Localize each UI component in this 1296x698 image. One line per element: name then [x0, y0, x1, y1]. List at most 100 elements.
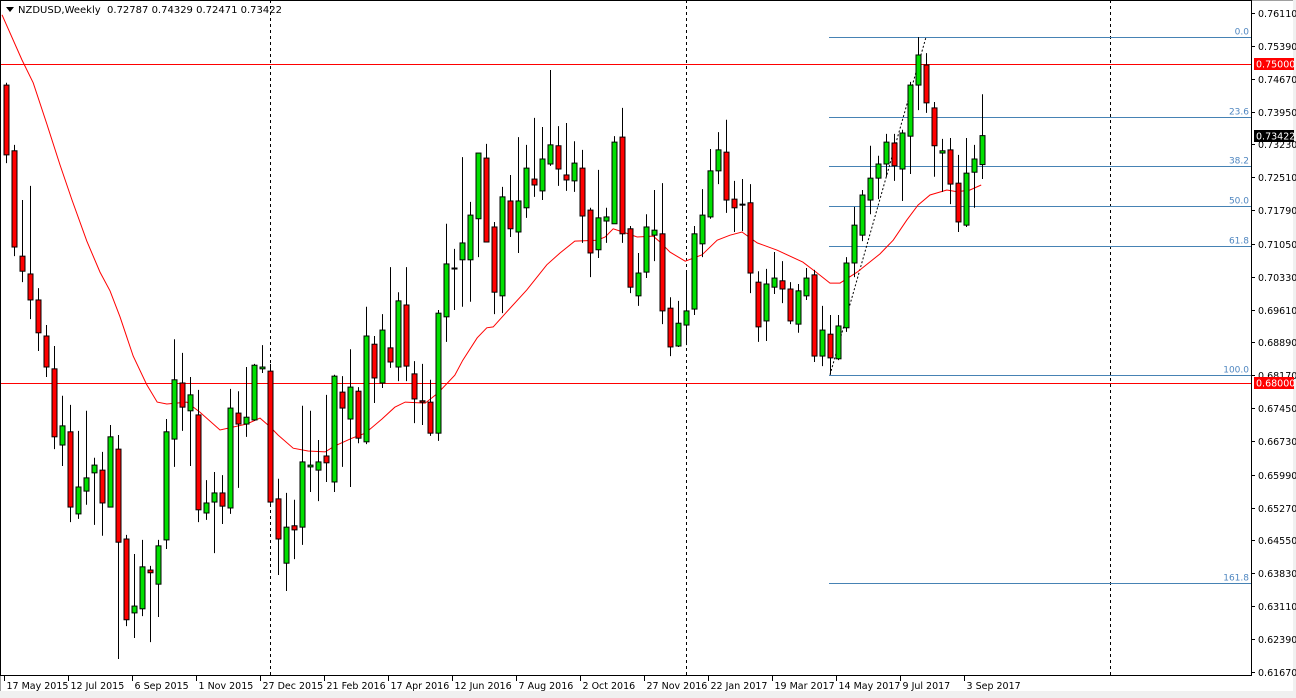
candle — [27, 185, 34, 320]
candle — [59, 395, 66, 467]
price-tick-label: 0.68890 — [1258, 338, 1296, 349]
candle-body — [827, 333, 834, 359]
candle — [595, 169, 602, 258]
candle-body — [67, 431, 74, 508]
candlestick-chart[interactable]: 0.0 23.6 38.2 50.0 61.8 100.0 161.8 0.76110 0.7… — [0, 0, 1296, 698]
candle-body — [147, 569, 154, 574]
candle — [891, 133, 898, 181]
candle-body — [323, 455, 330, 464]
candle-body — [83, 477, 90, 492]
chart-header: NZDUSD,Weekly 0.72787 0.74329 0.72471 0.… — [6, 5, 282, 16]
candle — [323, 394, 330, 482]
candle-body — [43, 335, 50, 368]
candle — [587, 207, 594, 278]
candle — [931, 101, 938, 177]
candle-body — [699, 214, 706, 245]
candle-body — [707, 170, 714, 218]
price-axis[interactable]: 0.761100.753900.746700.739500.732300.725… — [1251, 9, 1296, 679]
candle — [459, 157, 466, 307]
candle — [363, 306, 370, 445]
candle-body — [971, 158, 978, 173]
candle-body — [499, 196, 506, 297]
candle — [435, 309, 442, 441]
candle — [147, 565, 154, 643]
candle — [427, 379, 434, 436]
candle — [699, 189, 706, 258]
candle — [547, 70, 554, 166]
candle-body — [739, 203, 746, 206]
candle — [331, 374, 338, 493]
candle-body — [163, 431, 170, 541]
candle — [91, 457, 98, 525]
candle-body — [875, 163, 882, 179]
candle — [443, 223, 450, 342]
fib-level-label: 0.0 — [1235, 28, 1250, 38]
fibonacci-retracement[interactable]: 0.0 23.6 38.2 50.0 61.8 100.0 161.8 — [829, 28, 1251, 584]
candle — [355, 387, 362, 444]
candle — [907, 81, 914, 175]
candle-body — [107, 436, 114, 508]
candle-body — [139, 566, 146, 610]
time-tick-label: 21 Feb 2016 — [327, 681, 386, 692]
candle-body — [259, 366, 266, 370]
candle-body — [451, 267, 458, 270]
time-tick-label: 9 Jul 2017 — [903, 681, 951, 692]
time-axis[interactable]: 17 May 2015 12 Jul 2015 6 Sep 2015 1 Nov 20… — [4, 676, 1021, 692]
candle — [171, 339, 178, 467]
candle — [627, 226, 634, 294]
time-tick-label: 22 Jan 2017 — [711, 681, 768, 692]
candle-body — [939, 150, 946, 154]
candle-body — [867, 177, 874, 201]
candle — [803, 268, 810, 300]
price-tick-label: 0.71050 — [1258, 240, 1296, 251]
candle — [851, 206, 858, 278]
fib-level-label: 161.8 — [1223, 574, 1249, 584]
candle-body — [467, 214, 474, 261]
candle-body — [187, 394, 194, 412]
current-price-tag: 0.73422 — [1256, 132, 1295, 143]
candle — [451, 248, 458, 310]
time-tick-label: 27 Nov 2016 — [647, 681, 708, 692]
price-tick-label: 0.73950 — [1258, 108, 1296, 119]
candle — [115, 434, 122, 659]
candle-body — [171, 379, 178, 440]
candle-body — [603, 216, 610, 222]
price-tick-label: 0.71790 — [1258, 206, 1296, 217]
candle — [539, 127, 546, 201]
candle-body — [539, 158, 546, 192]
price-tick-label: 0.63110 — [1258, 602, 1296, 613]
candle — [563, 122, 570, 191]
candle-body — [99, 469, 106, 504]
candle — [755, 271, 762, 342]
candle — [99, 451, 106, 536]
fib-level-label: 38.2 — [1229, 157, 1249, 167]
time-tick-label: 3 Sep 2017 — [967, 681, 1021, 692]
candle-body — [243, 416, 250, 425]
dropdown-triangle-icon[interactable] — [6, 7, 14, 12]
candle-body — [683, 310, 690, 326]
candle-body — [595, 217, 602, 251]
candle-body — [859, 194, 866, 236]
candle — [211, 471, 218, 554]
candle — [483, 143, 490, 243]
price-tick-label: 0.62390 — [1258, 635, 1296, 646]
candle — [795, 283, 802, 333]
candle — [499, 186, 506, 314]
candle — [819, 305, 826, 367]
candle — [283, 492, 290, 592]
candle — [163, 419, 170, 550]
candle — [923, 53, 930, 113]
candle — [899, 129, 906, 201]
candle — [843, 257, 850, 332]
candle-body — [379, 329, 386, 384]
candle-body — [435, 312, 442, 434]
candle — [747, 184, 754, 294]
candle-body — [411, 373, 418, 400]
candle-body — [651, 229, 658, 236]
candle — [259, 345, 266, 373]
candle-body — [611, 141, 618, 225]
candle — [395, 292, 402, 382]
candle-body — [3, 84, 10, 156]
candle-body — [283, 526, 290, 564]
candle-body — [587, 209, 594, 254]
